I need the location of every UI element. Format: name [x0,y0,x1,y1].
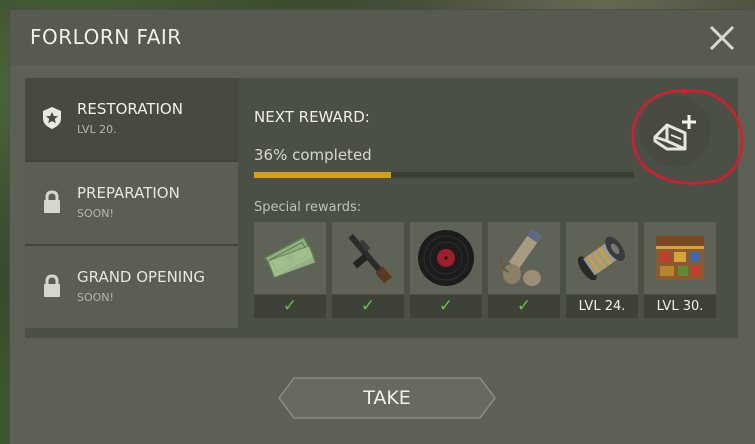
spring-mechanism-icon [577,236,625,281]
stage-sidebar: RESTORATION LVL 20. PREPARATION SOON! GR… [25,78,238,334]
rifle-icon [348,233,392,284]
reward-status: ✓ [254,295,326,318]
reward-slot[interactable]: LVL 30. [644,222,716,318]
reward-slot[interactable]: ✓ [410,222,482,318]
lock-icon [44,274,60,297]
sidebar-item-sub: SOON! [77,207,114,220]
progress-fill [254,172,391,178]
reward-image [566,222,638,294]
sidebar-item-sub: LVL 20. [77,123,117,136]
reward-status: ✓ [410,295,482,318]
reward-image [332,222,404,294]
title-bar: FORLORN FAIR [10,10,755,65]
reward-slot[interactable]: ✓ [488,222,560,318]
reward-image [410,222,482,294]
next-reward-label: NEXT REWARD: [254,108,370,126]
reward-status: LVL 30. [644,295,716,318]
reward-status: ✓ [332,295,404,318]
sidebar-item-label: PREPARATION [77,184,180,202]
reward-slot[interactable]: ✓ [332,222,404,318]
reward-panel: RESTORATION LVL 20. PREPARATION SOON! GR… [25,78,738,338]
reward-status: ✓ [488,295,560,318]
reward-image [644,222,716,294]
forlorn-fair-dialog: FORLORN FAIR RESTORATION LVL 20. PREPARA… [10,10,755,444]
sidebar-item-preparation[interactable]: PREPARATION SOON! [25,162,238,244]
blueprint-plus-icon [639,95,711,167]
take-button[interactable]: TAKE [278,377,496,419]
special-rewards-row: ✓ ✓ ✓ ✓ LVL 24. LVL 30. [254,222,716,318]
reward-image [488,222,560,294]
close-button[interactable] [707,23,737,53]
dialog-title: FORLORN FAIR [30,25,182,49]
telescope-parts-icon [499,229,542,286]
vinyl-record-icon [418,230,474,286]
treasure-chest-icon [656,236,704,280]
reward-slot[interactable]: LVL 24. [566,222,638,318]
check-icon: ✓ [360,296,376,316]
take-button-label: TAKE [363,387,411,409]
sidebar-item-grand-opening[interactable]: GRAND OPENING SOON! [25,246,238,328]
close-icon [709,25,735,51]
blueprint-add-button[interactable] [637,93,713,169]
progress-text: 36% completed [254,146,372,164]
sidebar-item-label: RESTORATION [77,100,183,118]
sidebar-item-label: GRAND OPENING [77,268,206,286]
lock-icon [44,190,60,213]
check-icon: ✓ [438,296,454,316]
sidebar-item-sub: SOON! [77,291,114,304]
special-rewards-label: Special rewards: [254,200,362,215]
banknotes-icon [263,236,317,279]
check-icon: ✓ [516,296,532,316]
medal-star-icon [43,107,61,129]
reward-status: LVL 24. [566,295,638,318]
reward-image [254,222,326,294]
reward-slot[interactable]: ✓ [254,222,326,318]
check-icon: ✓ [282,296,298,316]
progress-bar [254,172,634,178]
sidebar-item-restoration[interactable]: RESTORATION LVL 20. [25,78,238,160]
